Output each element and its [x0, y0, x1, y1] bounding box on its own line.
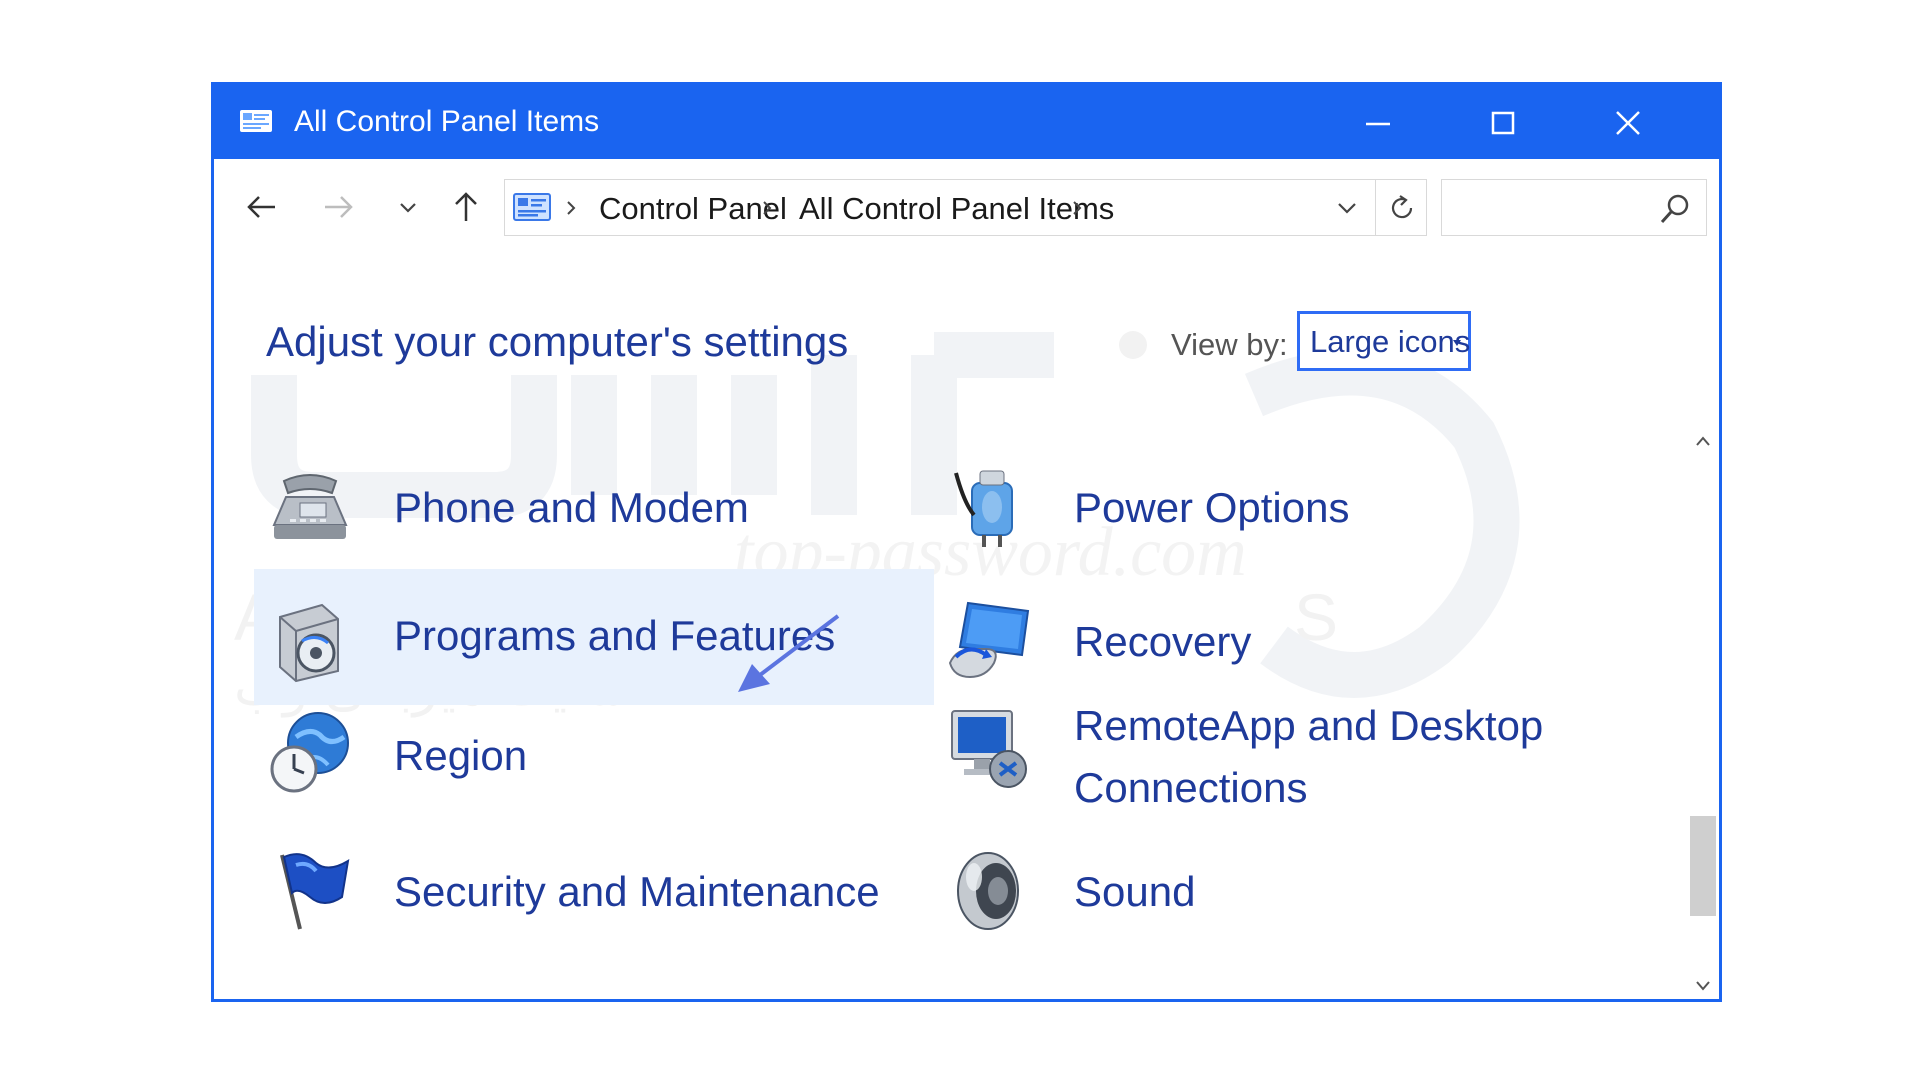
- item-remoteapp-and-desktop-connections[interactable]: RemoteApp and Desktop Connections: [934, 695, 1594, 827]
- back-arrow-icon: [247, 196, 275, 218]
- content-pane: top-password.com A Z A R S سایت میزبانی …: [214, 255, 1719, 999]
- minimize-button[interactable]: [1352, 97, 1404, 149]
- address-bar[interactable]: Control Panel All Control Panel Items: [504, 179, 1427, 236]
- window-title: All Control Panel Items: [294, 105, 600, 138]
- chevron-right-icon: [763, 201, 772, 215]
- item-label: Sound: [1074, 868, 1196, 915]
- title-bar[interactable]: All Control Panel Items: [214, 85, 1719, 159]
- annotation-arrow-icon: [738, 614, 840, 692]
- chevron-right-icon: [567, 201, 576, 215]
- refresh-button[interactable]: [1375, 180, 1428, 235]
- chevron-down-icon: [1696, 981, 1710, 991]
- vertical-scrollbar[interactable]: [1687, 255, 1719, 999]
- security-flag-icon: [280, 853, 350, 930]
- chevron-down-icon: [1338, 203, 1356, 214]
- scroll-thumb[interactable]: [1690, 816, 1716, 916]
- remoteapp-icon: [951, 710, 1027, 788]
- item-security-and-maintenance[interactable]: Security and Maintenance: [254, 839, 934, 943]
- scroll-up-button[interactable]: [1687, 428, 1719, 454]
- item-label: Power Options: [1074, 484, 1350, 531]
- item-label-line-2: Connections: [1074, 764, 1308, 811]
- search-icon[interactable]: [1658, 192, 1692, 226]
- search-input[interactable]: [1450, 188, 1654, 228]
- maximize-button[interactable]: [1477, 97, 1529, 149]
- recent-locations-button[interactable]: [386, 185, 430, 229]
- item-label: Recovery: [1074, 618, 1252, 665]
- scroll-down-button[interactable]: [1687, 973, 1719, 999]
- power-options-icon: [954, 470, 1013, 547]
- breadcrumb-separator[interactable]: [1067, 194, 1087, 222]
- refresh-icon: [1391, 194, 1413, 218]
- address-history-button[interactable]: [1329, 192, 1365, 224]
- page-heading: Adjust your computer's settings: [266, 318, 849, 365]
- item-label: Security and Maintenance: [394, 868, 880, 915]
- minimize-icon: [1366, 122, 1390, 126]
- view-by-selected-value: Large icons: [1310, 324, 1471, 359]
- item-label: Phone and Modem: [394, 484, 749, 531]
- search-box[interactable]: [1441, 179, 1707, 236]
- view-by-dropdown[interactable]: Large icons: [1297, 311, 1471, 371]
- breadcrumb-separator[interactable]: [561, 194, 581, 222]
- breadcrumb-separator[interactable]: [757, 194, 777, 222]
- item-region[interactable]: Region: [254, 699, 774, 803]
- control-panel-icon: [240, 110, 272, 132]
- item-label: RemoteApp and Desktop: [1074, 702, 1544, 749]
- maximize-icon: [1491, 111, 1515, 135]
- chevron-right-icon: [1073, 201, 1082, 215]
- chevron-up-icon: [1696, 436, 1710, 446]
- forward-button[interactable]: [316, 185, 360, 229]
- phone-modem-icon: [272, 474, 348, 539]
- speaker-icon: [957, 852, 1019, 930]
- item-power-options[interactable]: Power Options: [934, 463, 1494, 559]
- item-phone-and-modem[interactable]: Phone and Modem: [254, 463, 774, 559]
- programs-features-icon: [279, 603, 339, 683]
- close-icon: [1616, 111, 1640, 135]
- control-panel-icon: [513, 193, 551, 221]
- recovery-icon: [948, 601, 1030, 679]
- dropdown-arrow-icon: [1453, 340, 1461, 346]
- up-button[interactable]: [444, 185, 488, 229]
- region-icon: [270, 712, 349, 793]
- view-by-indicator: [1119, 331, 1147, 359]
- view-by-label: View by:: [1171, 327, 1288, 362]
- close-button[interactable]: [1602, 97, 1654, 149]
- item-label: Region: [394, 732, 528, 779]
- item-recovery[interactable]: Recovery: [934, 585, 1494, 689]
- back-button[interactable]: [240, 185, 284, 229]
- up-arrow-icon: [455, 192, 477, 221]
- navigation-bar: Control Panel All Control Panel Items: [214, 159, 1719, 255]
- forward-arrow-icon: [325, 196, 353, 218]
- chevron-down-icon: [400, 203, 416, 213]
- control-panel-window: All Control Panel Items Control Panel Al…: [211, 82, 1722, 1002]
- item-sound[interactable]: Sound: [934, 839, 1494, 943]
